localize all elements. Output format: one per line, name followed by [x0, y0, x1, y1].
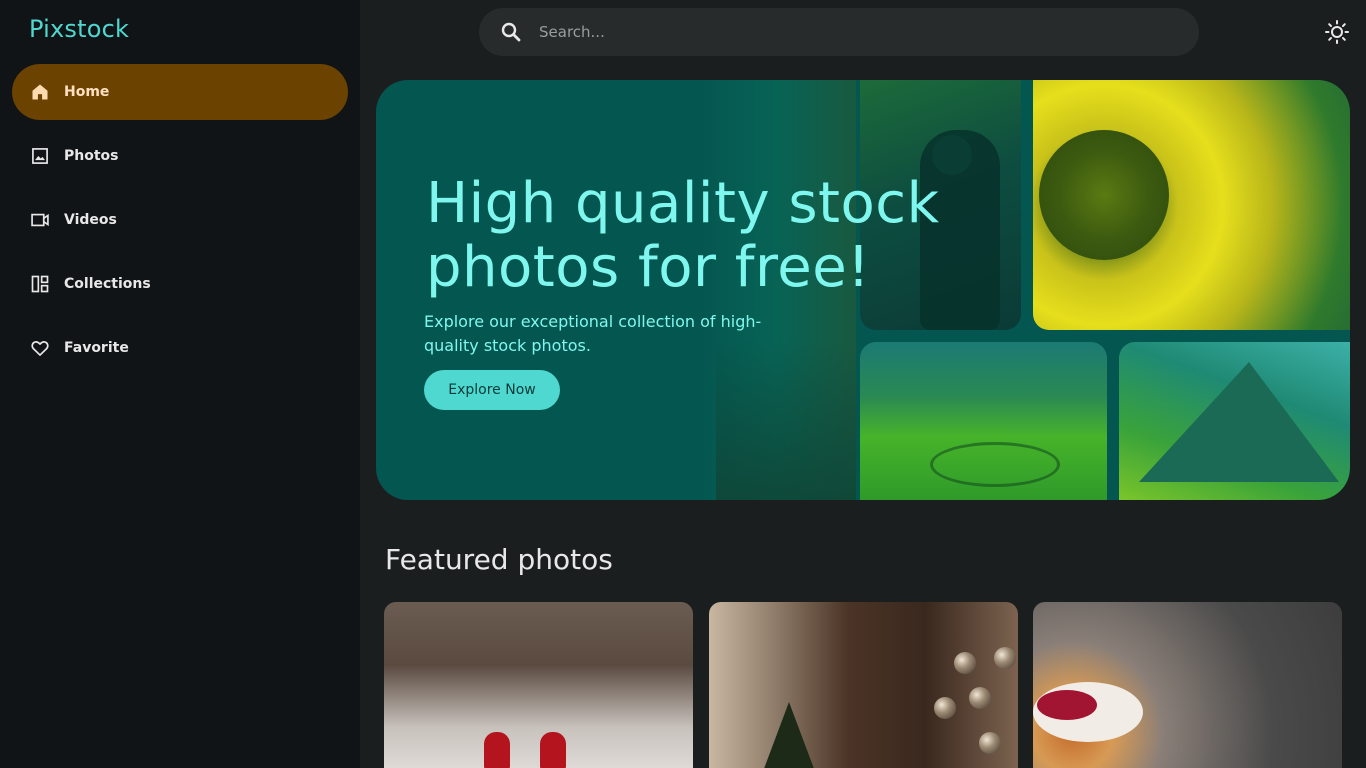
sidebar-item-label: Home [64, 84, 110, 100]
ornament [934, 697, 956, 719]
search-input[interactable] [539, 23, 1139, 41]
ornament [994, 647, 1016, 669]
collections-icon [30, 274, 50, 294]
person-head [932, 135, 972, 175]
ornament [954, 652, 976, 674]
sidebar-item-label: Favorite [64, 340, 129, 356]
image-icon [30, 146, 50, 166]
hero-title: High quality stock photos for free! [426, 171, 940, 300]
sidebar: Pixstock Home Photos Videos Collections … [0, 0, 360, 768]
hero-image-sunflower [1033, 80, 1350, 330]
hero-background-shade [716, 340, 856, 500]
heart-icon [30, 338, 50, 358]
featured-photo-card[interactable] [709, 602, 1018, 768]
ornament [969, 687, 991, 709]
red-antler [540, 732, 566, 768]
sidebar-item-home[interactable]: Home [12, 64, 348, 120]
sidebar-item-videos[interactable]: Videos [12, 192, 348, 248]
ornament [979, 732, 1001, 754]
mountain-peak [1139, 362, 1339, 482]
sunflower-center [1039, 130, 1169, 260]
theme-toggle-button[interactable] [1324, 19, 1350, 45]
sidebar-item-favorite[interactable]: Favorite [12, 320, 348, 376]
explore-now-button[interactable]: Explore Now [424, 370, 560, 410]
sun-icon [1324, 20, 1350, 49]
berries [1037, 690, 1097, 720]
sidebar-item-label: Photos [64, 148, 119, 164]
hero-banner: High quality stock photos for free! Expl… [376, 80, 1350, 500]
sidebar-item-collections[interactable]: Collections [12, 256, 348, 312]
field-ring [930, 442, 1060, 487]
featured-photo-card[interactable] [384, 602, 693, 768]
hero-image-field [860, 342, 1107, 500]
home-icon [30, 82, 50, 102]
featured-photo-card[interactable] [1033, 602, 1342, 768]
search-icon[interactable] [499, 20, 523, 44]
sidebar-item-photos[interactable]: Photos [12, 128, 348, 184]
hero-image-mountain [1119, 342, 1350, 500]
sidebar-item-label: Videos [64, 212, 117, 228]
sidebar-nav: Home Photos Videos Collections Favorite [12, 64, 348, 384]
search-bar[interactable] [479, 8, 1199, 56]
app-logo[interactable]: Pixstock [29, 15, 129, 43]
red-antler [484, 732, 510, 768]
video-icon [30, 210, 50, 230]
christmas-tree [759, 702, 819, 768]
featured-photos-title: Featured photos [385, 543, 613, 576]
hero-subtitle: Explore our exceptional collection of hi… [424, 312, 762, 355]
sidebar-item-label: Collections [64, 276, 151, 292]
app-root: Pixstock Home Photos Videos Collections … [0, 0, 1366, 768]
